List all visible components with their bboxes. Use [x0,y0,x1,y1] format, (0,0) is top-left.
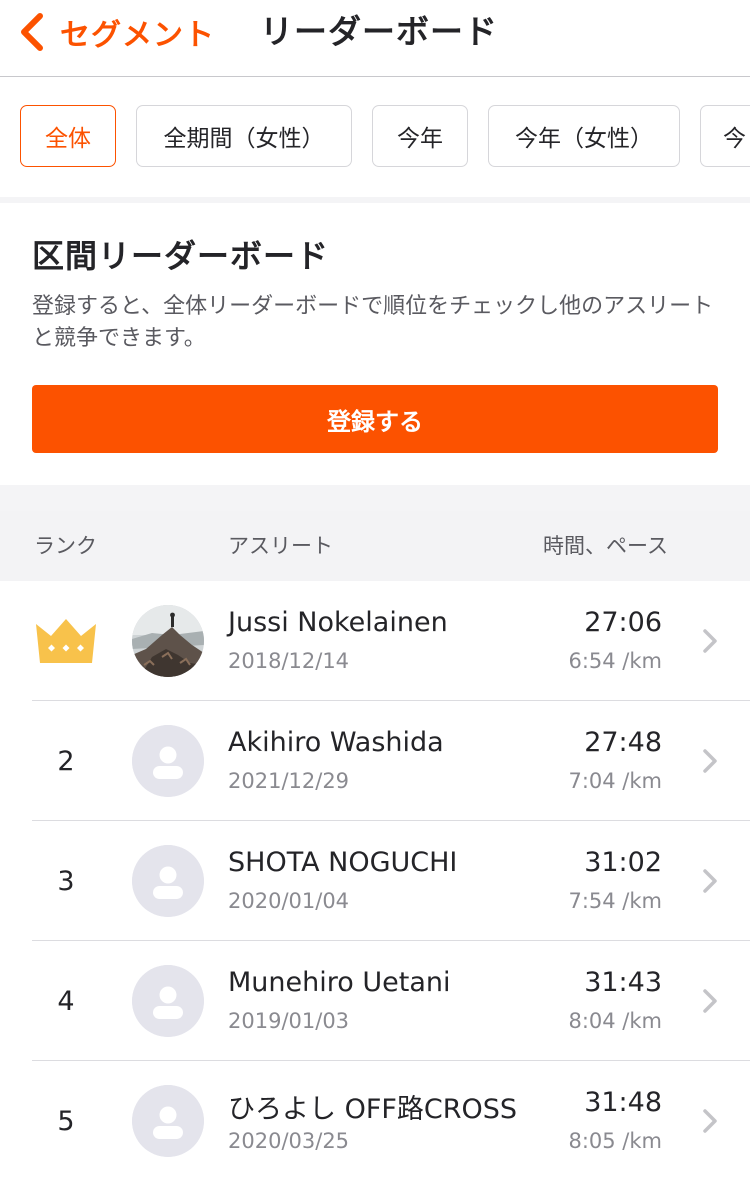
rank-column-header: ランク [34,534,97,558]
leaderboard-list: Jussi Nokelainen 2018/12/14 27:06 6:54 /… [0,581,750,1181]
avatar [132,965,204,1037]
chevron-left-icon [21,13,43,51]
default-avatar-icon [132,725,204,797]
nav-bar: セグメント リーダーボード [0,0,750,77]
effort-pace: 7:04 /km [568,769,662,793]
chevron-right-icon [700,987,720,1015]
filter-bar: 全体 全期間（女性） 今年 今年（女性） 今 [0,77,750,197]
leaderboard-row[interactable]: 2 Akihiro Washida 2021/12/29 27:48 7:04 … [0,701,750,821]
athlete-name: Akihiro Washida [228,727,444,758]
effort-pace: 8:04 /km [568,1009,662,1033]
chevron-right-icon [700,1107,720,1135]
card-description: 登録すると、全体リーダーボードで順位をチェックし他のアスリートと競争できます。 [32,294,714,351]
avatar [132,605,204,677]
effort-time: 31:43 [584,967,662,998]
rank-cell: 3 [57,865,75,897]
effort-time: 27:48 [584,727,662,758]
chevron-right-icon [700,867,720,895]
filter-chip-this-year[interactable]: 今年 [372,105,468,167]
avatar [132,845,204,917]
effort-time: 27:06 [584,607,662,638]
effort-time: 31:02 [584,847,662,878]
leaderboard-row[interactable]: 4 Munehiro Uetani 2019/01/03 31:43 8:04 … [0,941,750,1061]
filter-chip-row: 全体 全期間（女性） 今年 今年（女性） 今 [20,105,750,167]
effort-date: 2021/12/29 [228,769,350,793]
leaderboard-row[interactable]: 3 SHOTA NOGUCHI 2020/01/04 31:02 7:54 /k… [0,821,750,941]
effort-pace: 6:54 /km [568,649,662,673]
avatar [132,725,204,797]
effort-time: 31:48 [584,1087,662,1118]
page-title: リーダーボード [260,12,498,51]
athlete-column-header: アスリート [228,534,333,558]
default-avatar-icon [132,965,204,1037]
crown-icon [36,619,96,663]
athlete-name: Munehiro Uetani [228,967,451,998]
card-title: 区間リーダーボード [32,237,330,275]
segment-leaderboard-card: 区間リーダーボード 登録すると、全体リーダーボードで順位をチェックし他のアスリー… [0,203,750,485]
leaderboard-row[interactable]: Jussi Nokelainen 2018/12/14 27:06 6:54 /… [0,581,750,701]
effort-date: 2020/01/04 [228,889,350,913]
effort-date: 2018/12/14 [228,649,350,673]
back-label: セグメント [60,18,215,53]
register-button[interactable]: 登録する [32,385,718,453]
leaderboard-header: ランク アスリート 時間、ペース [0,511,750,581]
filter-chip-this-year-women[interactable]: 今年（女性） [488,105,680,167]
filter-chip-all-time-women[interactable]: 全期間（女性） [136,105,352,167]
effort-date: 2020/03/25 [228,1129,350,1153]
chevron-right-icon [700,627,720,655]
athlete-name: SHOTA NOGUCHI [228,847,458,878]
section-divider [0,485,750,511]
chevron-right-icon [700,747,720,775]
rank-cell: 2 [57,745,75,777]
back-button[interactable]: セグメント [16,10,215,54]
athlete-name: Jussi Nokelainen [228,607,448,638]
time-pace-column-header: 時間、ペース [543,534,668,558]
default-avatar-icon [132,845,204,917]
rank-cell: 4 [57,985,75,1017]
avatar [132,1085,204,1157]
effort-pace: 7:54 /km [568,889,662,913]
athlete-name: ひろよし OFF路CROSS [228,1094,518,1125]
athlete-photo [132,605,204,677]
effort-date: 2019/01/03 [228,1009,350,1033]
leaderboard-row[interactable]: 5 ひろよし OFF路CROSS 2020/03/25 31:48 8:05 /… [0,1061,750,1181]
default-avatar-icon [132,1085,204,1157]
rank-cell: 5 [57,1105,75,1137]
rank-cell [34,581,98,701]
filter-chip-more[interactable]: 今 [700,105,750,167]
effort-pace: 8:05 /km [568,1129,662,1153]
filter-chip-overall[interactable]: 全体 [20,105,116,167]
